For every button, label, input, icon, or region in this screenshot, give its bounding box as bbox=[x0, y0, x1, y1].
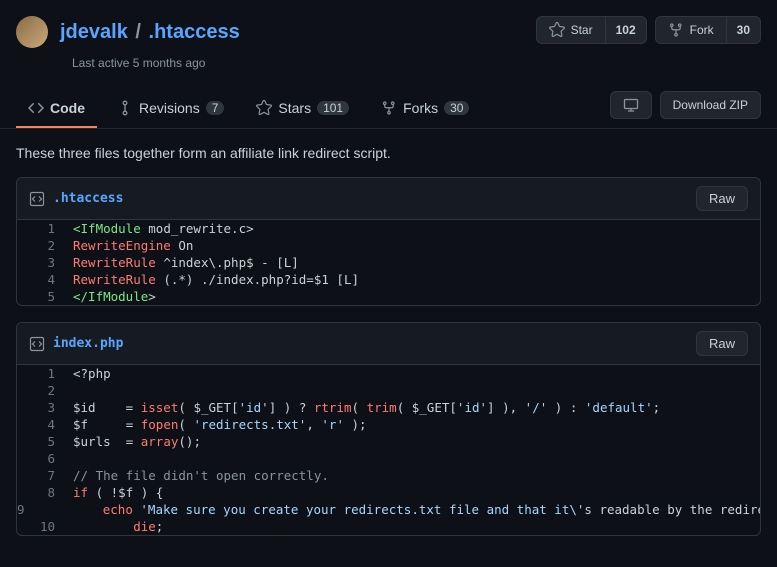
file-htaccess: .htaccess Raw 1<IfModule mod_rewrite.c>2… bbox=[16, 177, 761, 306]
forks-badge: 30 bbox=[444, 101, 469, 115]
line-content: die; bbox=[65, 518, 163, 535]
code-line: 9 echo 'Make sure you create your redire… bbox=[17, 501, 760, 518]
line-content bbox=[65, 450, 73, 467]
code-block-index: 1<?php23$id = isset( $_GET['id'] ) ? rtr… bbox=[17, 365, 760, 535]
code-line: 8if ( !$f ) { bbox=[17, 484, 760, 501]
repo-link[interactable]: .htaccess bbox=[149, 21, 240, 43]
tab-forks[interactable]: Forks 30 bbox=[369, 90, 481, 128]
fork-icon bbox=[668, 22, 684, 38]
code-line: 2 bbox=[17, 382, 760, 399]
tab-stars[interactable]: Stars 101 bbox=[244, 90, 361, 128]
line-content: $id = isset( $_GET['id'] ) ? rtrim( trim… bbox=[65, 399, 660, 416]
stars-badge: 101 bbox=[317, 101, 349, 115]
code-line: 4RewriteRule (.*) ./index.php?id=$1 [L] bbox=[17, 271, 760, 288]
line-number: 10 bbox=[17, 518, 65, 535]
code-square-icon bbox=[29, 336, 45, 352]
line-content: <?php bbox=[65, 365, 111, 382]
line-content: $urls = array(); bbox=[65, 433, 201, 450]
desktop-icon bbox=[623, 97, 639, 113]
code-icon bbox=[28, 100, 44, 116]
download-zip-button[interactable]: Download ZIP bbox=[660, 91, 761, 119]
file-index-php: index.php Raw 1<?php23$id = isset( $_GET… bbox=[16, 322, 761, 536]
code-line: 3RewriteRule ^index\.php$ - [L] bbox=[17, 254, 760, 271]
fork-label: Fork bbox=[690, 23, 714, 37]
line-number: 5 bbox=[17, 433, 65, 450]
revisions-badge: 7 bbox=[206, 101, 225, 115]
fork-icon bbox=[381, 100, 397, 116]
last-active: Last active 5 months ago bbox=[72, 56, 240, 70]
tab-code[interactable]: Code bbox=[16, 90, 97, 128]
line-number: 3 bbox=[17, 254, 65, 271]
line-number: 9 bbox=[17, 501, 35, 518]
line-number: 4 bbox=[17, 271, 65, 288]
code-line: 5$urls = array(); bbox=[17, 433, 760, 450]
code-line: 1<?php bbox=[17, 365, 760, 382]
fork-button[interactable]: Fork bbox=[655, 16, 726, 44]
star-icon bbox=[549, 22, 565, 38]
code-line: 5</IfModule> bbox=[17, 288, 760, 305]
code-line: 3$id = isset( $_GET['id'] ) ? rtrim( tri… bbox=[17, 399, 760, 416]
line-number: 1 bbox=[17, 365, 65, 382]
tab-revisions[interactable]: Revisions 7 bbox=[105, 90, 236, 128]
star-button[interactable]: Star bbox=[536, 16, 605, 44]
line-number: 3 bbox=[17, 399, 65, 416]
raw-button[interactable]: Raw bbox=[696, 331, 748, 356]
line-number: 2 bbox=[17, 237, 65, 254]
code-line: 10 die; bbox=[17, 518, 760, 535]
line-number: 6 bbox=[17, 450, 65, 467]
line-content bbox=[65, 382, 73, 399]
line-number: 7 bbox=[17, 467, 65, 484]
desktop-button[interactable] bbox=[610, 91, 652, 119]
star-label: Star bbox=[571, 23, 593, 37]
code-square-icon bbox=[29, 191, 45, 207]
line-number: 8 bbox=[17, 484, 65, 501]
owner-link[interactable]: jdevalk bbox=[60, 21, 128, 43]
line-content: RewriteEngine On bbox=[65, 237, 193, 254]
file-name-index[interactable]: index.php bbox=[29, 336, 123, 352]
code-line: 2RewriteEngine On bbox=[17, 237, 760, 254]
title-separator: / bbox=[135, 21, 141, 43]
line-content: </IfModule> bbox=[65, 288, 156, 305]
code-line: 6 bbox=[17, 450, 760, 467]
line-content: RewriteRule (.*) ./index.php?id=$1 [L] bbox=[65, 271, 359, 288]
line-number: 2 bbox=[17, 382, 65, 399]
line-number: 1 bbox=[17, 220, 65, 237]
line-content: RewriteRule ^index\.php$ - [L] bbox=[65, 254, 299, 271]
line-content: $f = fopen( 'redirects.txt', 'r' ); bbox=[65, 416, 367, 433]
code-block-htaccess: 1<IfModule mod_rewrite.c>2RewriteEngine … bbox=[17, 220, 760, 305]
gist-description: These three files together form an affil… bbox=[0, 129, 777, 177]
fork-button-group: Fork 30 bbox=[655, 16, 761, 44]
line-number: 4 bbox=[17, 416, 65, 433]
revisions-icon bbox=[117, 100, 133, 116]
line-number: 5 bbox=[17, 288, 65, 305]
fork-count[interactable]: 30 bbox=[726, 16, 761, 44]
avatar[interactable] bbox=[16, 16, 48, 48]
line-content: // The file didn't open correctly. bbox=[65, 467, 329, 484]
star-icon bbox=[256, 100, 272, 116]
file-name-htaccess[interactable]: .htaccess bbox=[29, 191, 123, 207]
line-content: if ( !$f ) { bbox=[65, 484, 163, 501]
line-content: <IfModule mod_rewrite.c> bbox=[65, 220, 254, 237]
code-line: 1<IfModule mod_rewrite.c> bbox=[17, 220, 760, 237]
code-line: 7// The file didn't open correctly. bbox=[17, 467, 760, 484]
page-title: jdevalk / .htaccess bbox=[60, 21, 240, 44]
star-count[interactable]: 102 bbox=[605, 16, 647, 44]
line-content: echo 'Make sure you create your redirect… bbox=[35, 501, 761, 518]
star-button-group: Star 102 bbox=[536, 16, 647, 44]
code-line: 4$f = fopen( 'redirects.txt', 'r' ); bbox=[17, 416, 760, 433]
raw-button[interactable]: Raw bbox=[696, 186, 748, 211]
